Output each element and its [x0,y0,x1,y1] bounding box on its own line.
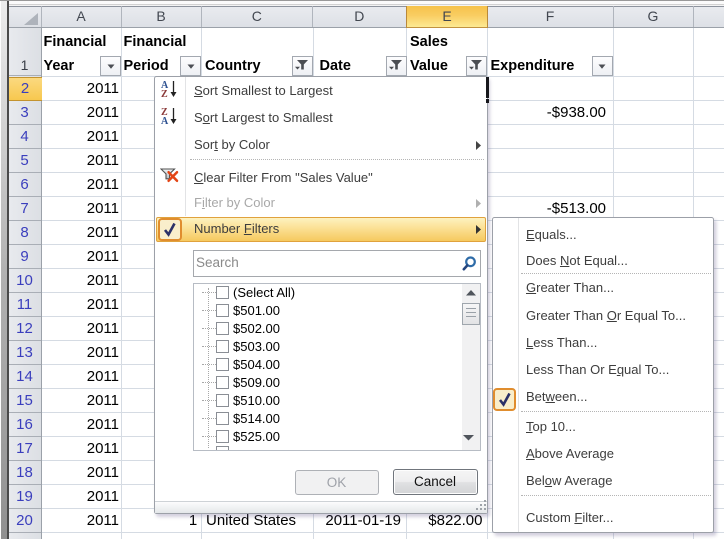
svg-text:A: A [161,116,169,125]
svg-text:Z: Z [161,89,168,98]
